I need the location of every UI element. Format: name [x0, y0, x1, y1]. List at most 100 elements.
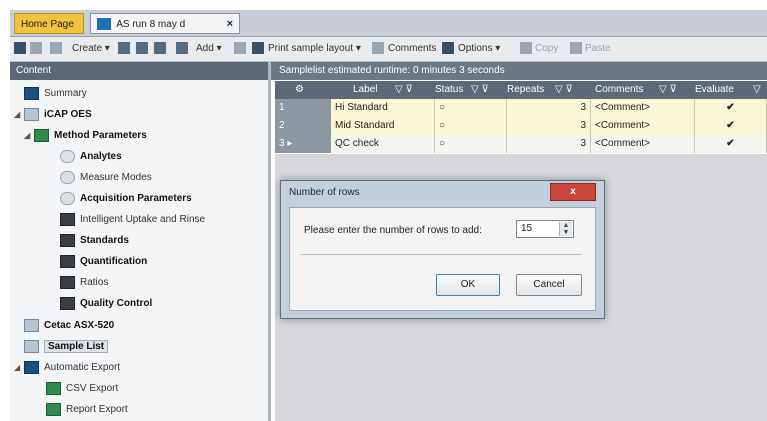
tree-item-summary[interactable]: Summary	[24, 84, 87, 104]
paste-button[interactable]: Paste	[570, 41, 611, 57]
close-tab-icon[interactable]: ×	[227, 14, 233, 35]
comments-button[interactable]: Comments	[388, 41, 436, 57]
column-header-label[interactable]: Label	[353, 81, 377, 99]
tab-home-page[interactable]: Home Page	[14, 13, 84, 34]
acquisition-icon	[60, 191, 75, 205]
cell-status[interactable]: ○	[435, 99, 507, 117]
column-layout-icon[interactable]	[118, 41, 133, 57]
tree-item-method-parameters[interactable]: ◢ Method Parameters	[24, 126, 147, 146]
tree-item-quantification[interactable]: Quantification	[60, 252, 147, 272]
rows-count-value[interactable]: 15	[521, 223, 532, 234]
tree-item-sample-list[interactable]: Sample List	[24, 337, 109, 357]
cell-evaluate-checkbox[interactable]: ✔	[695, 117, 767, 135]
expand-arrow-icon[interactable]: ◢	[14, 105, 24, 125]
tree-item-intelligent-uptake[interactable]: Intelligent Uptake and Rinse	[60, 210, 205, 230]
row-number[interactable]: 1	[275, 99, 331, 117]
create-button[interactable]: Create ▾	[72, 41, 110, 57]
tree-item-ratios[interactable]: Ratios	[60, 273, 108, 293]
grid-settings-icon[interactable]: ⚙	[295, 81, 304, 99]
cell-repeats[interactable]: 3	[507, 99, 591, 117]
filter-icon[interactable]: ▽	[753, 81, 761, 99]
dialog-close-button[interactable]: x	[550, 183, 596, 201]
tab-document[interactable]: AS run 8 may d ×	[90, 13, 240, 34]
table-icon[interactable]	[176, 41, 191, 57]
instrument-icon	[24, 107, 39, 121]
summary-icon	[24, 86, 39, 100]
cell-label[interactable]: Hi Standard	[331, 99, 435, 117]
options-button[interactable]: Options ▾	[458, 41, 500, 57]
print-sample-layout-button[interactable]: Print sample layout ▾	[268, 41, 361, 57]
row-layout-icon[interactable]	[136, 41, 151, 57]
dialog-body: Please enter the number of rows to add: …	[289, 207, 596, 311]
save-icon[interactable]	[14, 41, 29, 57]
print-icon[interactable]	[252, 41, 267, 57]
cell-comments[interactable]: <Comment>	[591, 99, 695, 117]
cancel-button[interactable]: Cancel	[516, 274, 582, 296]
tree-item-automatic-export[interactable]: ◢ Automatic Export	[14, 358, 120, 378]
export-icon	[24, 360, 39, 374]
options-icon[interactable]	[442, 41, 457, 57]
grid-header: ⚙ Label ▽ ⊽ Status ▽ ⊽ Repeats ▽ ⊽ Comme…	[275, 81, 767, 99]
analytes-icon	[60, 149, 75, 163]
table-row[interactable]: 2 Mid Standard ○ 3 <Comment> ✔	[275, 117, 767, 135]
tree-item-standards[interactable]: Standards	[60, 231, 129, 251]
standards-icon	[60, 233, 75, 247]
tree-item-report-export[interactable]: Report Export	[46, 400, 128, 420]
close-doc-icon[interactable]	[30, 41, 45, 57]
cell-comments[interactable]: <Comment>	[591, 135, 695, 153]
comments-icon[interactable]	[372, 41, 387, 57]
ratios-icon	[60, 275, 75, 289]
tree-item-icap-oes[interactable]: ◢ iCAP OES	[14, 105, 92, 125]
undo-icon[interactable]	[50, 41, 65, 57]
content-pane-header: Content	[10, 62, 268, 80]
add-button[interactable]: Add ▾	[196, 41, 222, 57]
ok-button[interactable]: OK	[436, 274, 500, 296]
table-row[interactable]: 1 Hi Standard ○ 3 <Comment> ✔	[275, 99, 767, 117]
cell-status[interactable]: ○	[435, 135, 507, 153]
content-tree-pane: Content Summary ◢ iCAP OES ◢ Method Parame…	[10, 62, 271, 421]
list-icon[interactable]	[234, 41, 249, 57]
filter-icon[interactable]: ▽ ⊽	[555, 81, 573, 99]
csv-export-icon	[46, 381, 61, 395]
table-row[interactable]: 3 ▸ QC check ○ 3 <Comment> ✔	[275, 135, 767, 153]
report-export-icon	[46, 402, 61, 416]
cell-evaluate-checkbox[interactable]: ✔	[695, 135, 767, 153]
rows-count-stepper[interactable]: 15 ▲ ▼	[516, 220, 574, 238]
stepper-arrows-icon[interactable]: ▲ ▼	[559, 222, 572, 236]
runtime-banner: Samplelist estimated runtime: 0 minutes …	[271, 62, 767, 80]
column-header-status[interactable]: Status	[435, 81, 463, 99]
uptake-icon	[60, 212, 75, 226]
quantification-icon	[60, 254, 75, 268]
cell-label[interactable]: QC check	[331, 135, 435, 153]
tree-item-acquisition-parameters[interactable]: Acquisition Parameters	[60, 189, 192, 209]
filter-icon[interactable]: ▽ ⊽	[659, 81, 677, 99]
grid-icon[interactable]	[154, 41, 169, 57]
cell-comments[interactable]: <Comment>	[591, 117, 695, 135]
tree-item-csv-export[interactable]: CSV Export	[46, 379, 118, 399]
filter-icon[interactable]: ▽ ⊽	[471, 81, 489, 99]
sample-list-icon	[24, 339, 39, 353]
autosampler-icon	[24, 318, 39, 332]
document-tab-strip: Home Page AS run 8 may d ×	[10, 10, 767, 37]
column-header-evaluate[interactable]: Evaluate	[695, 81, 734, 99]
row-number[interactable]: 2	[275, 117, 331, 135]
copy-button[interactable]: Copy	[520, 41, 558, 57]
cell-repeats[interactable]: 3	[507, 135, 591, 153]
row-number[interactable]: 3 ▸	[275, 135, 331, 153]
expand-arrow-icon[interactable]: ◢	[24, 126, 34, 146]
expand-arrow-icon[interactable]: ◢	[14, 358, 24, 378]
method-icon	[34, 128, 49, 142]
column-header-comments[interactable]: Comments	[595, 81, 643, 99]
tree-item-quality-control[interactable]: Quality Control	[60, 294, 152, 314]
filter-icon[interactable]: ▽ ⊽	[395, 81, 413, 99]
cell-status[interactable]: ○	[435, 117, 507, 135]
cell-label[interactable]: Mid Standard	[331, 117, 435, 135]
tree-item-analytes[interactable]: Analytes	[60, 147, 122, 167]
cell-evaluate-checkbox[interactable]: ✔	[695, 99, 767, 117]
tree-item-measure-modes[interactable]: Measure Modes	[60, 168, 152, 188]
dialog-title: Number of rows	[289, 187, 360, 198]
tree-item-cetac-asx520[interactable]: Cetac ASX-520	[24, 316, 114, 336]
column-header-repeats[interactable]: Repeats	[507, 81, 544, 99]
dialog-prompt: Please enter the number of rows to add:	[304, 225, 482, 236]
cell-repeats[interactable]: 3	[507, 117, 591, 135]
